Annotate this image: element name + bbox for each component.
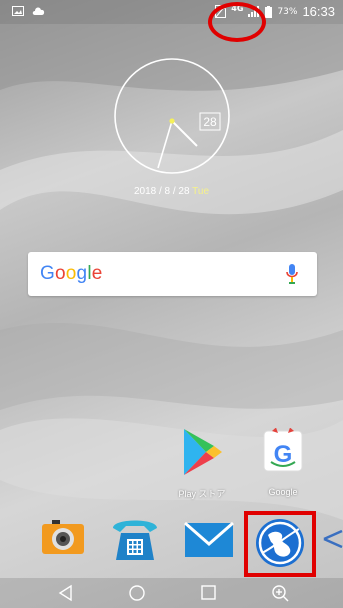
battery-icon xyxy=(265,5,273,18)
google-search-bar[interactable]: Google xyxy=(28,252,317,296)
play-store-icon xyxy=(184,429,222,475)
google-logo-letter: e xyxy=(91,263,103,284)
date-badge: 28 xyxy=(203,115,217,129)
arrow-pointer-icon xyxy=(323,530,343,548)
google-logo-letter: o xyxy=(65,263,77,284)
play-store-app[interactable] xyxy=(180,427,224,477)
annotation-box xyxy=(244,511,316,577)
back-icon[interactable] xyxy=(56,584,76,602)
navigation-bar xyxy=(0,578,343,608)
status-time: 16:33 xyxy=(302,4,335,19)
cloud-notification-icon xyxy=(32,7,45,15)
annotation-circle xyxy=(208,2,266,42)
email-app[interactable] xyxy=(184,521,234,558)
clock-center xyxy=(169,118,175,124)
home-icon[interactable] xyxy=(127,584,147,602)
date-display: 2018 / 8 / 28 Tue xyxy=(0,186,343,197)
hour-hand xyxy=(171,120,198,147)
weekday-text: Tue xyxy=(192,186,210,197)
zoom-in-icon[interactable] xyxy=(270,584,290,602)
google-logo: Google xyxy=(40,263,103,285)
clock-widget[interactable]: 28 xyxy=(113,57,231,175)
google-label[interactable]: Google xyxy=(243,487,323,497)
google-app[interactable]: G xyxy=(263,427,303,472)
camera-app[interactable] xyxy=(40,518,86,558)
google-logo-letter: G xyxy=(40,263,55,284)
battery-percent: 73% xyxy=(277,6,298,17)
email-icon xyxy=(184,521,234,557)
date-text: 2018 / 8 / 28 xyxy=(133,186,190,197)
phone-icon xyxy=(113,520,157,560)
google-logo-letter: o xyxy=(54,263,66,284)
google-folder-icon: G xyxy=(263,427,303,472)
recents-icon[interactable] xyxy=(198,584,218,602)
play-store-label[interactable]: Play ストア xyxy=(162,487,242,500)
camera-icon xyxy=(42,520,84,554)
status-bar: 4G 73% 16:33 xyxy=(0,0,343,24)
minute-hand xyxy=(157,120,173,169)
google-logo-letter: g xyxy=(76,263,88,284)
phone-app[interactable] xyxy=(110,516,160,562)
gallery-notification-icon xyxy=(12,6,24,16)
microphone-icon[interactable] xyxy=(285,263,299,285)
